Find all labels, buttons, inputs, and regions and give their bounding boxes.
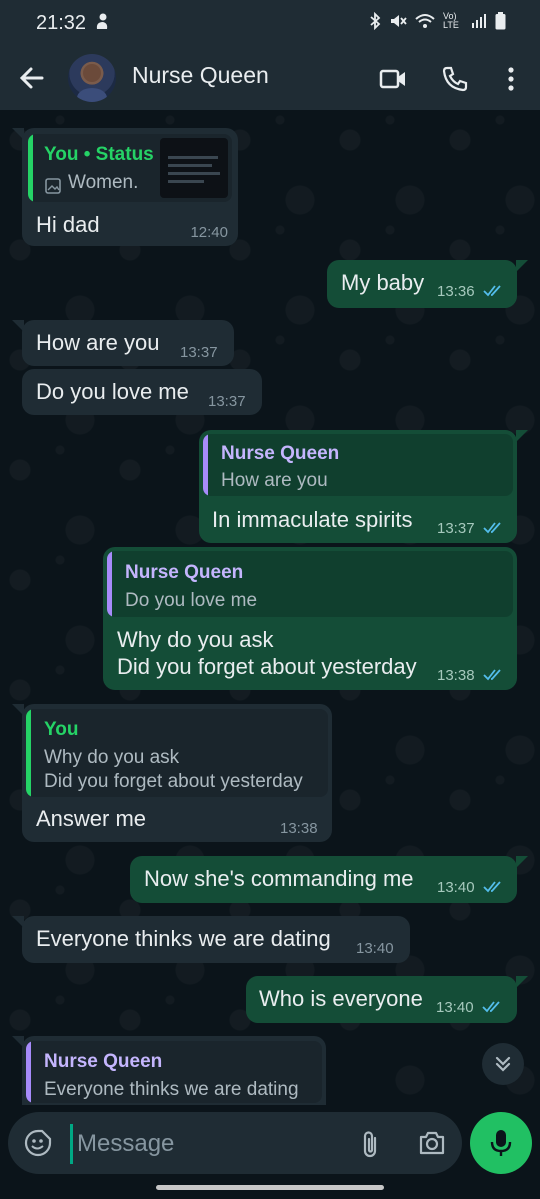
read-ticks-icon <box>483 522 501 534</box>
message-time: 13:37 <box>208 393 246 410</box>
status-time: 21:32 <box>36 12 87 34</box>
attach-paperclip-icon[interactable] <box>360 1129 380 1159</box>
status-icons: Vo) LTE <box>369 12 506 30</box>
quote-text: How are you <box>221 470 328 491</box>
message-time: 13:40 <box>436 999 474 1016</box>
quote-bar <box>107 551 112 617</box>
image-icon <box>45 178 61 194</box>
signal-icon <box>472 14 486 28</box>
quote-bar <box>26 1041 31 1103</box>
avatar[interactable] <box>68 54 116 102</box>
video-call-icon[interactable] <box>378 64 408 94</box>
quote-bar <box>203 434 208 496</box>
message-text: Answer me <box>36 806 147 831</box>
bubble-tail <box>516 976 528 988</box>
message-time: 13:40 <box>356 940 394 957</box>
chat-header: Nurse Queen <box>0 48 540 110</box>
bubble-tail <box>516 430 528 442</box>
volte-icon: Vo) LTE <box>443 11 459 30</box>
quote-text-line: Why do you ask <box>44 747 180 768</box>
notification-icon <box>94 12 110 35</box>
bubble-tail <box>516 856 528 868</box>
read-ticks-icon <box>483 669 501 681</box>
microphone-icon <box>490 1130 512 1156</box>
message-bubble[interactable]: Everyone thinks we are dating 13:40 <box>22 916 410 963</box>
quote-bar <box>26 709 31 797</box>
message-time: 12:40 <box>190 224 228 241</box>
camera-icon[interactable] <box>418 1130 446 1156</box>
quote-text-line: Did you forget about yesterday <box>44 771 303 792</box>
message-text: In immaculate spirits <box>212 507 413 532</box>
message-text: How are you <box>36 330 160 355</box>
quoted-message[interactable]: Nurse Queen Everyone thinks we are datin… <box>26 1041 322 1103</box>
quote-author: You <box>44 719 79 740</box>
message-bubble[interactable]: My baby 13:36 <box>327 260 517 308</box>
message-bubble[interactable]: Nurse Queen How are you In immaculate sp… <box>199 430 517 543</box>
mute-icon <box>391 15 407 27</box>
voice-call-icon[interactable] <box>440 64 470 94</box>
message-time: 13:38 <box>437 667 475 684</box>
message-bubble[interactable]: Now she's commanding me 13:40 <box>130 856 517 903</box>
wifi-icon <box>415 14 435 28</box>
message-text: Hi dad <box>36 212 100 237</box>
quoted-status[interactable]: You • Status Women. <box>28 134 232 202</box>
double-chevron-down-icon <box>495 1056 511 1072</box>
message-text: Everyone thinks we are dating <box>36 926 331 951</box>
message-bubble[interactable]: How are you 13:37 <box>22 320 234 366</box>
read-ticks-icon <box>483 881 501 893</box>
sticker-emoji-icon[interactable] <box>24 1129 52 1157</box>
message-text: My baby <box>341 270 425 295</box>
quote-bar <box>28 134 33 202</box>
quote-author: Nurse Queen <box>221 443 340 464</box>
message-text: Now she's commanding me <box>144 866 414 891</box>
quote-author: Nurse Queen <box>125 562 244 583</box>
message-text: Do you love me <box>36 379 189 404</box>
contact-name[interactable]: Nurse Queen <box>132 62 269 89</box>
quoted-message[interactable]: Nurse Queen Do you love me <box>107 551 513 617</box>
message-bubble[interactable]: You Why do you ask Did you forget about … <box>22 704 332 842</box>
back-arrow-icon[interactable] <box>18 64 46 92</box>
quote-text: Everyone thinks we are dating <box>44 1079 299 1100</box>
status-thumbnail <box>160 138 228 198</box>
message-text: Who is everyone <box>259 986 423 1011</box>
message-time: 13:37 <box>180 344 218 361</box>
battery-icon <box>495 12 506 30</box>
message-time: 13:36 <box>437 283 475 300</box>
read-ticks-icon <box>482 1001 500 1013</box>
more-vert-icon[interactable] <box>496 64 526 94</box>
message-time: 13:38 <box>280 820 318 837</box>
quote-text: Do you love me <box>125 590 258 611</box>
bubble-tail <box>516 260 528 272</box>
bluetooth-icon <box>370 12 381 30</box>
message-text-line: Did you forget about yesterday <box>117 654 417 679</box>
voice-message-button[interactable] <box>470 1112 532 1174</box>
message-bubble[interactable]: Do you love me 13:37 <box>22 369 262 415</box>
scroll-to-bottom-button[interactable] <box>482 1043 524 1085</box>
message-text-line: Why do you ask <box>117 627 274 652</box>
message-bubble[interactable]: Nurse Queen Everyone thinks we are datin… <box>22 1036 326 1105</box>
status-bar: 21:32 Vo) LTE <box>0 0 540 48</box>
message-composer <box>8 1112 462 1174</box>
message-input[interactable] <box>70 1124 359 1164</box>
message-bubble[interactable]: You • Status Women. Hi dad 12:40 <box>22 128 238 246</box>
message-time: 13:37 <box>437 520 475 537</box>
gesture-nav-bar[interactable] <box>156 1185 384 1190</box>
read-ticks-icon <box>483 285 501 297</box>
quote-text: Women. <box>68 172 139 193</box>
quoted-message[interactable]: Nurse Queen How are you <box>203 434 513 496</box>
quoted-message[interactable]: You Why do you ask Did you forget about … <box>26 709 328 797</box>
message-bubble[interactable]: Who is everyone 13:40 <box>246 976 517 1023</box>
message-time: 13:40 <box>437 879 475 896</box>
quote-author: Nurse Queen <box>44 1051 163 1072</box>
message-bubble[interactable]: Nurse Queen Do you love me Why do you as… <box>103 547 517 690</box>
quote-author: You • Status <box>44 144 154 165</box>
chat-area[interactable]: You • Status Women. Hi dad 12:40 My baby… <box>0 110 540 1105</box>
